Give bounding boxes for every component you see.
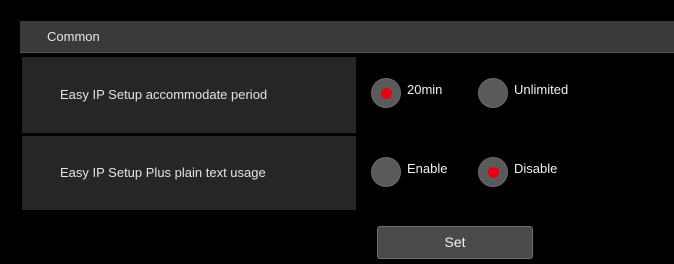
setting-row-plain-text-usage: Easy IP Setup Plus plain text usage xyxy=(22,136,356,210)
radio-label-20min[interactable]: 20min xyxy=(407,82,442,97)
radio-button-20min[interactable] xyxy=(371,78,401,108)
radio-label-enable[interactable]: Enable xyxy=(407,161,447,176)
radio-option-disable[interactable]: Disable xyxy=(478,157,557,187)
radio-label-unlimited[interactable]: Unlimited xyxy=(514,82,568,97)
radio-option-20min[interactable]: 20min xyxy=(371,78,442,108)
settings-panel: Common Easy IP Setup accommodate period … xyxy=(0,0,674,264)
setting-row-accommodate-period: Easy IP Setup accommodate period xyxy=(22,57,356,133)
radio-option-enable[interactable]: Enable xyxy=(371,157,447,187)
set-button[interactable]: Set xyxy=(377,226,533,259)
radio-button-enable[interactable] xyxy=(371,157,401,187)
radio-option-unlimited[interactable]: Unlimited xyxy=(478,78,568,108)
section-header: Common xyxy=(20,21,674,53)
radio-label-disable[interactable]: Disable xyxy=(514,161,557,176)
radio-button-unlimited[interactable] xyxy=(478,78,508,108)
section-title: Common xyxy=(47,29,100,44)
setting-label-accommodate-period: Easy IP Setup accommodate period xyxy=(60,87,268,102)
radio-button-disable[interactable] xyxy=(478,157,508,187)
setting-label-plain-text-usage: Easy IP Setup Plus plain text usage xyxy=(60,165,266,180)
